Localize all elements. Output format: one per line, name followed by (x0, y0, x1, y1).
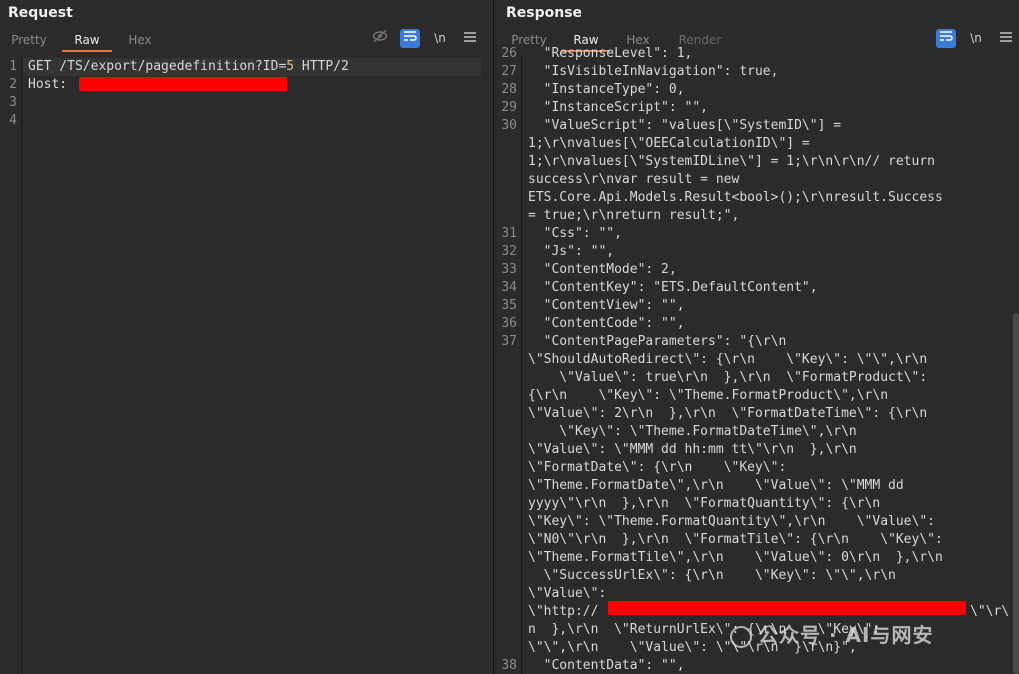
response-line: success\r\nvar result = new (528, 172, 740, 187)
response-line: "ContentKey": "ETS.DefaultContent", (528, 280, 818, 295)
line-number: 31 (501, 226, 517, 241)
line-number: 3 (9, 95, 17, 110)
line-number: 34 (501, 280, 517, 295)
response-line: "ContentCode": "", (528, 316, 685, 331)
response-line: "InstanceScript": "", (528, 100, 709, 115)
request-editor[interactable]: 1 2 3 4 GET /TS/export/pagedefinition?ID… (0, 55, 493, 674)
line-number: 2 (9, 77, 17, 92)
line-number: 4 (9, 113, 17, 128)
response-line: "ContentMode": 2, (528, 262, 677, 277)
line-number: 30 (501, 118, 517, 133)
response-pane: Response Pretty Raw Hex Render \n 26 27 28… (494, 0, 1019, 674)
response-line: = true;\r\nreturn result;", (528, 208, 740, 223)
response-scrollbar[interactable] (1013, 313, 1019, 674)
wechat-icon (730, 625, 752, 648)
request-line-text: HTTP/2 (294, 59, 349, 74)
request-line-1: GET /TS/export/pagedefinition?ID=5 HTTP/… (23, 58, 481, 76)
response-line: \"FormatDate\": {\r\n \"Key\": (528, 460, 787, 475)
request-tab-raw[interactable]: Raw (62, 30, 112, 52)
request-gutter: 1 2 3 4 (0, 55, 22, 674)
response-line: "InstanceType": 0, (528, 82, 685, 97)
watermark-text: 公众号 · AI与网安 (758, 623, 934, 647)
response-line: "Js": "", (528, 244, 615, 259)
hamburger-menu-icon[interactable] (460, 29, 480, 48)
response-line: \"Theme.FormatDate\",\r\n \"Value\": \"M… (528, 478, 904, 493)
request-line-number-value: 5 (286, 59, 295, 74)
response-line: {\r\n \"Key\": \"Theme.FormatProduct\",\… (528, 388, 889, 403)
response-line: "ResponseLevel": 1, (528, 46, 693, 61)
response-line: \"Value\": (528, 586, 607, 601)
watermark: 公众号 · AI与网安 (730, 619, 933, 648)
response-line: \"SuccessUrlEx\": {\r\n \"Key\": \"\",\r… (528, 568, 896, 583)
request-line-text: GET /TS/export/pagedefinition?ID= (28, 59, 287, 74)
line-number: 37 (501, 334, 517, 349)
response-line: \"Key\": \"Theme.FormatQuantity\",\r\n \… (528, 514, 935, 529)
line-number: 28 (501, 82, 517, 97)
response-line: \"Value\": true\r\n },\r\n \"FormatProdu… (528, 370, 928, 385)
hamburger-menu-icon[interactable] (996, 29, 1016, 48)
request-pane: Request Pretty Raw Hex \n 1 2 3 4 GET /T… (0, 0, 493, 674)
line-number: 32 (501, 244, 517, 259)
response-line: 1;\r\nvalues[\"SystemIDLine\"] = 1;\r\n\… (528, 154, 935, 169)
request-line-text: Host: (28, 77, 75, 92)
request-tab-hex[interactable]: Hex (118, 30, 162, 52)
response-line: "Css": "", (528, 226, 622, 241)
response-line: \"Key\": \"Theme.FormatDateTime\",\r\n (528, 424, 857, 439)
line-number: 26 (501, 46, 517, 61)
response-line: "IsVisibleInNavigation": true, (528, 64, 779, 79)
response-line: \"Value\": \"MMM dd hh:mm tt\"\r\n },\r\… (528, 442, 857, 457)
response-line: 1;\r\nvalues[\"OEECalculationID\"] = (528, 136, 810, 151)
redacted-host (79, 77, 287, 91)
response-gutter: 26 27 28 29 30 31 32 33 34 35 36 37 38 (494, 46, 522, 674)
request-line-2: Host: (28, 76, 75, 94)
response-editor[interactable]: 26 27 28 29 30 31 32 33 34 35 36 37 38 "ResponseLeve… (494, 46, 1019, 674)
response-line: \"ShouldAutoRedirect\": {\r\n \"Key\": \… (528, 352, 928, 367)
response-line: \"Value\": 2\r\n },\r\n \"FormatDateTime… (528, 406, 928, 421)
response-line: "ContentData": "", (528, 658, 685, 673)
response-line: "ValueScript": "values[\"SystemID\"] = (528, 118, 842, 133)
line-number: 27 (501, 64, 517, 79)
response-line: \"N0\"\r\n },\r\n \"FormatTile\": {\r\n … (528, 532, 943, 547)
line-number: 33 (501, 262, 517, 277)
request-title: Request (8, 5, 73, 21)
line-number: 29 (501, 100, 517, 115)
line-number: 35 (501, 298, 517, 313)
response-title: Response (506, 5, 583, 21)
wrap-icon[interactable] (936, 29, 956, 48)
line-number: 1 (9, 59, 17, 74)
eye-off-icon[interactable] (370, 29, 390, 48)
response-line: "ContentView": "", (528, 298, 685, 313)
wrap-icon[interactable] (400, 29, 420, 48)
response-line: yyyy\"\r\n },\r\n \"FormatQuantity\": {\… (528, 496, 881, 511)
request-tab-pretty[interactable]: Pretty (6, 30, 52, 52)
response-line: ETS.Core.Api.Models.Result<bool>();\r\nr… (528, 190, 943, 205)
response-line: "ContentPageParameters": "{\r\n (528, 334, 787, 349)
response-line: \"http:// (528, 604, 599, 619)
response-line: \"Theme.FormatTile\",\r\n \"Value\": 0\r… (528, 550, 943, 565)
newline-toggle-button[interactable]: \n (966, 29, 986, 48)
line-number: 36 (501, 316, 517, 331)
line-number: 38 (501, 658, 517, 673)
newline-toggle-button[interactable]: \n (430, 29, 450, 48)
redacted-url (608, 601, 966, 615)
response-line-tail: \"\r\ (970, 604, 1010, 619)
